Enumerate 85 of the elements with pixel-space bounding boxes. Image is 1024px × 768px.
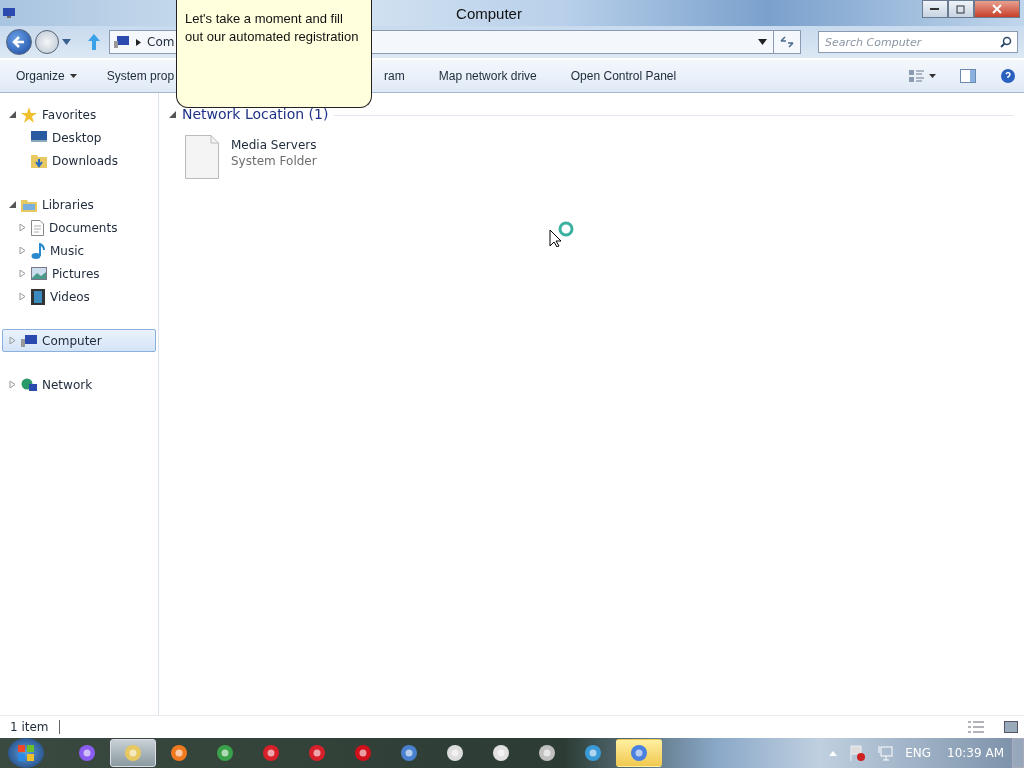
preview-pane-icon[interactable] (960, 69, 976, 83)
computer-icon (2, 7, 16, 19)
item-type: System Folder (231, 154, 317, 168)
expand-icon[interactable] (19, 247, 26, 254)
flag-icon[interactable] (849, 745, 866, 761)
computer-icon (21, 333, 37, 348)
tree-item[interactable]: Network (2, 373, 156, 396)
document-icon (31, 219, 44, 236)
search-icon[interactable] (1000, 36, 1012, 48)
status-text: 1 item (10, 720, 60, 734)
restore-icon (956, 4, 966, 14)
picture-icon (31, 267, 47, 280)
tree-label: Videos (50, 289, 90, 304)
toolbar-button[interactable]: Open Control Panel (562, 65, 685, 87)
tree-label: Downloads (52, 153, 118, 168)
toolbar-button[interactable]: System prop (98, 65, 183, 87)
item-name[interactable]: Media Servers (231, 138, 317, 152)
tree-item[interactable]: Downloads (2, 149, 156, 172)
close-icon (991, 4, 1003, 14)
close-button[interactable] (974, 0, 1020, 18)
help-icon[interactable] (1000, 68, 1016, 84)
app-icon (78, 744, 96, 762)
expand-icon[interactable] (19, 270, 26, 277)
windows-logo-icon (17, 744, 35, 762)
app-icon (492, 744, 510, 762)
tree-item[interactable]: Music (2, 239, 156, 262)
tree-label: Pictures (52, 266, 100, 281)
app-icon (400, 744, 418, 762)
tree-label: Network (42, 377, 93, 392)
collapse-icon[interactable] (169, 110, 176, 118)
app-icon (584, 744, 602, 762)
app-icon (446, 744, 464, 762)
music-note-icon (31, 242, 45, 259)
caret-icon[interactable] (929, 74, 936, 78)
start-button[interactable] (8, 738, 44, 768)
toolbar-button[interactable]: ram (376, 65, 413, 87)
minimize-icon (930, 7, 940, 11)
tree-item[interactable]: Desktop (2, 126, 156, 149)
back-button[interactable] (6, 29, 32, 55)
minimize-button[interactable] (922, 0, 948, 18)
tree-label: Desktop (52, 130, 102, 145)
toolbar-button[interactable]: Organize (8, 65, 85, 87)
desktop-icon (31, 131, 47, 144)
app-icon (216, 744, 234, 762)
window-title: Computer (456, 4, 522, 22)
computer-icon (114, 35, 130, 49)
back-arrow-icon (12, 36, 26, 48)
tree-item[interactable]: Favorites (2, 103, 156, 126)
app-icon (262, 744, 280, 762)
restore-button[interactable] (948, 0, 974, 18)
tree-label: Documents (49, 220, 118, 235)
tree-item[interactable]: Libraries (2, 193, 156, 216)
tree-label: Music (50, 243, 85, 258)
group-heading: Network Location (1) (182, 106, 329, 122)
caret-icon (69, 74, 77, 78)
folder-icon (21, 197, 37, 212)
app-icon (538, 744, 556, 762)
star-icon (21, 106, 37, 123)
expand-icon[interactable] (9, 381, 16, 388)
large-icons-view-icon[interactable] (1004, 721, 1018, 733)
tree-label: Computer (42, 333, 102, 348)
breadcrumb[interactable]: Com (147, 35, 175, 49)
chevron-icon (136, 38, 141, 46)
folder-icon (31, 153, 47, 168)
tree-item[interactable]: Documents (2, 216, 156, 239)
expand-icon[interactable] (19, 293, 26, 300)
tree-label: Libraries (42, 197, 94, 212)
collapse-icon[interactable] (9, 201, 16, 208)
tree-item[interactable]: Videos (2, 285, 156, 308)
tree-item[interactable]: Pictures (2, 262, 156, 285)
tree-label: Favorites (42, 107, 97, 122)
network-icon (21, 377, 37, 392)
app-icon (630, 744, 648, 762)
forward-button[interactable] (35, 30, 59, 54)
app-icon (354, 744, 372, 762)
film-icon (31, 288, 45, 305)
dropdown-arrow-icon[interactable] (758, 39, 767, 45)
expand-icon[interactable] (19, 224, 26, 231)
search-field[interactable]: Search Computer (818, 31, 1018, 53)
app-icon (170, 744, 188, 762)
toolbar-button[interactable]: Map network drive (430, 65, 545, 87)
collapse-icon[interactable] (9, 111, 16, 118)
tree-item[interactable]: Computer (2, 329, 156, 352)
app-icon (124, 744, 142, 762)
app-icon (308, 744, 326, 762)
